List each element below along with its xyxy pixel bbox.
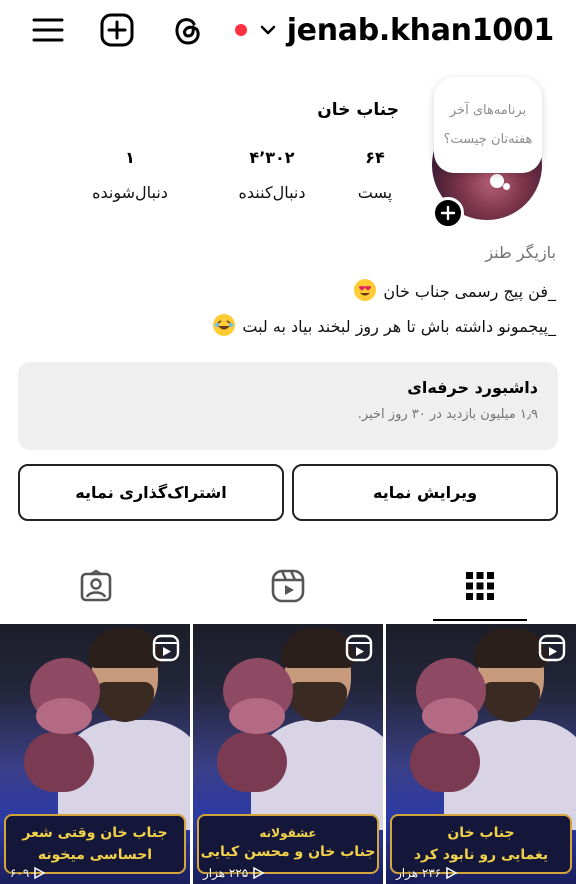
menu-icon[interactable] bbox=[30, 12, 66, 48]
play-icon bbox=[446, 866, 458, 880]
play-icon bbox=[253, 866, 265, 880]
post-thumbnail-hair bbox=[281, 628, 355, 668]
view-count: ۲۳۶ هزار bbox=[396, 866, 458, 880]
puppet-body bbox=[410, 732, 480, 792]
following-count: ۱ bbox=[125, 148, 135, 167]
reel-badge-icon bbox=[152, 634, 180, 662]
add-icon[interactable] bbox=[99, 12, 135, 48]
post-thumbnail-hair bbox=[474, 628, 548, 668]
stat-posts[interactable]: ۶۴ پست bbox=[345, 145, 405, 202]
tab-tagged[interactable] bbox=[76, 565, 116, 611]
tab-reels[interactable] bbox=[268, 565, 308, 611]
view-count-text: ۲۳۶ هزار bbox=[396, 866, 442, 880]
dashboard-title: داشبورد حرفه‌ای bbox=[407, 378, 538, 397]
bio-line-2: _پیجمونو داشته باش تا هر روز لبخند بیاد … bbox=[213, 314, 556, 336]
top-bar: jenab.khan1001 bbox=[0, 0, 576, 62]
bio-category: بازیگر طنز bbox=[485, 243, 556, 262]
status-dot bbox=[234, 24, 247, 36]
stat-followers[interactable]: ۴٬۳۰۲ دنبال‌کننده bbox=[212, 145, 332, 202]
view-count: ۶۰۹ bbox=[10, 866, 46, 880]
puppet-nose bbox=[36, 698, 92, 734]
note-tail-small bbox=[503, 183, 510, 190]
account-switcher[interactable]: jenab.khan1001 bbox=[234, 10, 555, 50]
view-count-text: ۶۰۹ bbox=[10, 866, 30, 880]
bio-line-1-text: _فن پیج رسمی جناب خان bbox=[383, 282, 556, 301]
post-thumbnail-beard bbox=[289, 682, 347, 722]
posts-count: ۶۴ bbox=[365, 148, 385, 167]
post-caption-line-2: احساسی میخونه bbox=[37, 847, 153, 863]
tagged-icon bbox=[79, 569, 113, 607]
chevron-down-icon[interactable] bbox=[259, 21, 277, 39]
username: jenab.khan1001 bbox=[286, 12, 555, 48]
post-caption-line-1: جناب خان bbox=[447, 825, 515, 841]
add-story-icon[interactable] bbox=[432, 197, 464, 229]
view-count-text: ۲۲۵ هزار bbox=[203, 866, 249, 880]
following-label: دنبال‌شونده bbox=[92, 183, 168, 202]
reel-badge-icon bbox=[345, 634, 373, 662]
post-caption: عشقولانه جناب خان و محسن کیایی bbox=[197, 814, 379, 874]
puppet-body bbox=[24, 732, 94, 792]
tab-grid[interactable] bbox=[460, 565, 500, 611]
view-count: ۲۲۵ هزار bbox=[203, 866, 265, 880]
post-caption-line-2: یغمایی رو نابود کرد bbox=[413, 847, 549, 863]
play-icon bbox=[34, 866, 46, 880]
grid-icon bbox=[465, 571, 495, 605]
active-tab-indicator bbox=[433, 619, 527, 621]
puppet-nose bbox=[422, 698, 478, 734]
note-bubble[interactable]: برنامه‌های آخر هفته‌تان چیست؟ bbox=[434, 77, 542, 173]
display-name: جناب خان bbox=[317, 100, 399, 120]
post-thumbnail-beard bbox=[96, 682, 154, 722]
post-caption: جناب خان وقتی شعر احساسی میخونه bbox=[4, 814, 186, 874]
share-profile-button[interactable]: اشتراک‌گذاری نمایه bbox=[18, 464, 284, 521]
post-caption-small: عشقولانه bbox=[259, 826, 317, 840]
puppet-nose bbox=[229, 698, 285, 734]
bio-line-1: _فن پیج رسمی جناب خان bbox=[354, 279, 556, 301]
reel-badge-icon bbox=[538, 634, 566, 662]
post-caption-line-1: جناب خان وقتی شعر bbox=[22, 825, 168, 841]
threads-icon[interactable] bbox=[169, 12, 205, 48]
edit-profile-button[interactable]: ویرایش نمایه bbox=[292, 464, 558, 521]
post-thumbnail-hair bbox=[88, 628, 162, 668]
post-tile[interactable]: جناب خان وقتی شعر احساسی میخونه ۶۰۹ bbox=[0, 624, 190, 884]
followers-label: دنبال‌کننده bbox=[238, 183, 306, 202]
heart-eyes-emoji-icon bbox=[354, 279, 377, 301]
professional-dashboard[interactable]: داشبورد حرفه‌ای ۱٫۹ میلیون بازدید در ۳۰ … bbox=[18, 362, 558, 450]
puppet-body bbox=[217, 732, 287, 792]
note-text: برنامه‌های آخر هفته‌تان چیست؟ bbox=[443, 103, 533, 147]
post-caption: جناب خان یغمایی رو نابود کرد bbox=[390, 814, 572, 874]
posts-label: پست bbox=[357, 183, 393, 202]
reels-icon bbox=[271, 569, 305, 607]
post-tile[interactable]: جناب خان یغمایی رو نابود کرد ۲۳۶ هزار bbox=[386, 624, 576, 884]
post-caption-line-2: جناب خان و محسن کیایی bbox=[200, 844, 376, 860]
stat-following[interactable]: ۱ دنبال‌شونده bbox=[70, 145, 190, 202]
followers-count: ۴٬۳۰۲ bbox=[249, 148, 295, 167]
dashboard-subtitle: ۱٫۹ میلیون بازدید در ۳۰ روز اخیر. bbox=[357, 407, 538, 422]
post-tile[interactable]: عشقولانه جناب خان و محسن کیایی ۲۲۵ هزار bbox=[193, 624, 383, 884]
bio-line-2-text: _پیجمونو داشته باش تا هر روز لبخند بیاد … bbox=[242, 317, 556, 336]
laughing-emoji-icon bbox=[213, 314, 236, 336]
note-tail bbox=[490, 174, 504, 188]
post-thumbnail-beard bbox=[482, 682, 540, 722]
